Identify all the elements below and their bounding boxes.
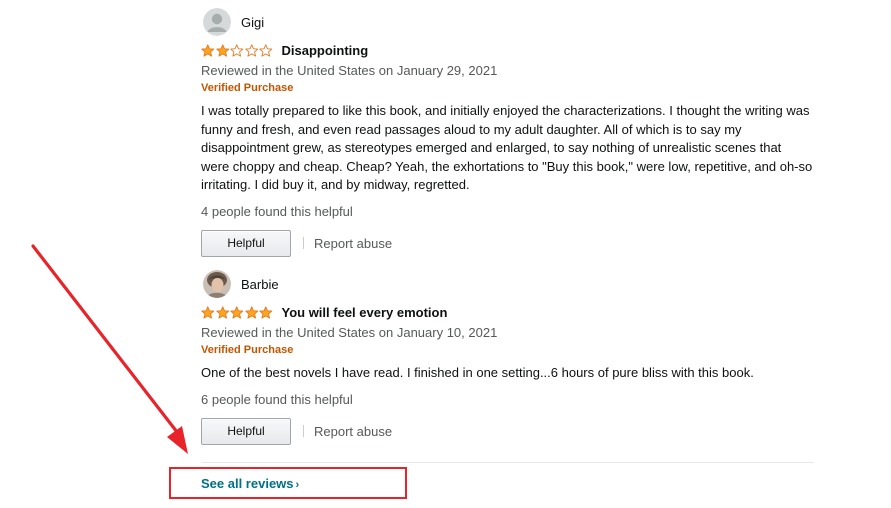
helpful-button[interactable]: Helpful: [201, 417, 291, 445]
verified-purchase-badge: Verified Purchase: [201, 82, 294, 94]
annotation-highlight-box: [169, 467, 407, 499]
review-barbie: Barbie You will feel every emotion Revie…: [201, 270, 821, 446]
review-body: I was totally prepared to like this book…: [201, 103, 813, 192]
action-separator: [303, 237, 304, 249]
default-user-icon: [203, 8, 231, 36]
star-rating[interactable]: [201, 305, 273, 319]
helpful-button[interactable]: Helpful: [201, 229, 291, 257]
star-filled-icon: [215, 43, 229, 57]
reviewer-profile[interactable]: Barbie: [201, 270, 821, 298]
verified-purchase-badge: Verified Purchase: [201, 344, 294, 356]
star-empty-icon: [230, 43, 244, 57]
reviewer-name: Gigi: [241, 14, 265, 30]
star-filled-icon: [201, 43, 215, 57]
review-body: One of the best novels I have read. I fi…: [201, 365, 754, 380]
star-filled-icon: [201, 305, 215, 319]
helpful-count: 4 people found this helpful: [201, 203, 353, 219]
review-title[interactable]: Disappointing: [282, 43, 369, 58]
review-date: Reviewed in the United States on January…: [201, 325, 498, 340]
report-abuse-link[interactable]: Report abuse: [314, 236, 392, 251]
review-gigi: Gigi Disappointing Reviewed in the Unite…: [201, 8, 821, 258]
helpful-count: 6 people found this helpful: [201, 391, 353, 407]
star-filled-icon: [230, 305, 244, 319]
star-filled-icon: [215, 305, 229, 319]
star-empty-icon: [259, 43, 273, 57]
star-empty-icon: [244, 43, 258, 57]
reviewer-profile[interactable]: Gigi: [201, 8, 821, 36]
reviewer-name: Barbie: [241, 276, 279, 292]
review-date: Reviewed in the United States on January…: [201, 63, 498, 78]
review-title[interactable]: You will feel every emotion: [282, 305, 448, 320]
action-separator: [303, 425, 304, 437]
report-abuse-link[interactable]: Report abuse: [314, 424, 392, 439]
star-filled-icon: [244, 305, 258, 319]
star-rating[interactable]: [201, 43, 273, 57]
section-divider: [201, 462, 814, 463]
star-filled-icon: [259, 305, 273, 319]
user-photo: [203, 270, 231, 298]
